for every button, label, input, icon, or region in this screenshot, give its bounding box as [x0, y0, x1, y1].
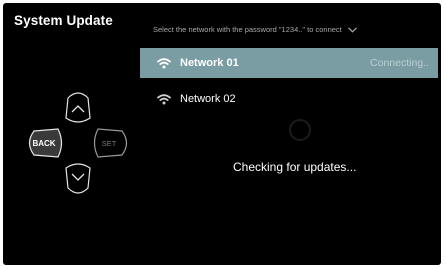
- back-label: BACK: [32, 139, 55, 148]
- chevron-down-icon: [347, 26, 357, 33]
- update-screen: System Update Select the network with th…: [3, 3, 441, 265]
- loading-spinner: [289, 119, 311, 141]
- network-name: Network 01: [180, 57, 239, 69]
- network-status: Connecting..: [370, 57, 429, 69]
- set-button[interactable]: SET: [93, 128, 128, 158]
- set-label: SET: [102, 139, 117, 148]
- back-button[interactable]: BACK: [28, 128, 63, 158]
- network-item-01[interactable]: Network 01 Connecting..: [140, 48, 438, 78]
- network-instruction-dropdown[interactable]: Select the network with the password "12…: [153, 25, 357, 34]
- up-button[interactable]: [65, 92, 91, 123]
- wifi-icon: [157, 93, 171, 104]
- status-message: Checking for updates...: [233, 160, 357, 174]
- instruction-text: Select the network with the password "12…: [153, 25, 342, 34]
- dpad-control: BACK SET: [23, 88, 133, 198]
- network-name: Network 02: [180, 93, 236, 105]
- network-item-02[interactable]: Network 02: [140, 87, 438, 111]
- page-title: System Update: [14, 13, 113, 28]
- wifi-icon: [157, 57, 171, 68]
- down-button[interactable]: [65, 163, 91, 194]
